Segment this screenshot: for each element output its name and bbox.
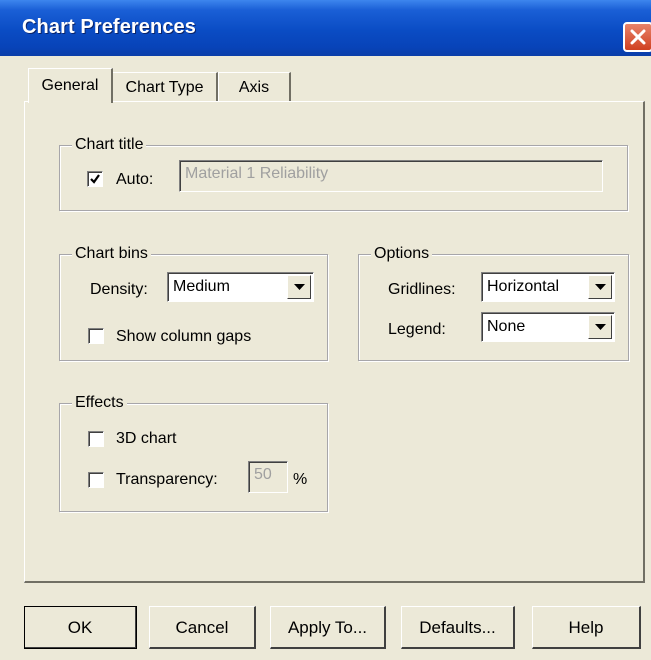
legend-select[interactable]: None: [481, 312, 615, 342]
tab-general-label: General: [41, 77, 99, 94]
close-icon: [630, 29, 646, 45]
defaults-button-label: Defaults...: [419, 618, 496, 637]
transparency-label: Transparency:: [116, 471, 218, 488]
apply-to-button[interactable]: Apply To...: [270, 606, 386, 649]
density-label: Density:: [90, 281, 148, 298]
gridlines-select[interactable]: Horizontal: [481, 272, 615, 302]
gridlines-dropdown-button[interactable]: [588, 275, 612, 299]
title-bar[interactable]: Chart Preferences: [0, 0, 651, 56]
ok-button[interactable]: OK: [24, 606, 137, 649]
legend-dropdown-button[interactable]: [588, 315, 612, 339]
chevron-down-icon: [595, 284, 606, 290]
cancel-button[interactable]: Cancel: [149, 606, 256, 649]
transparency-checkbox[interactable]: [88, 472, 104, 488]
help-button-label: Help: [568, 618, 604, 637]
3d-chart-label: 3D chart: [116, 430, 177, 447]
options-group: Options: [358, 245, 629, 361]
options-legend: Options: [371, 245, 433, 263]
check-icon: [90, 174, 100, 184]
tab-chart-type[interactable]: Chart Type: [112, 72, 218, 102]
defaults-button[interactable]: Defaults...: [401, 606, 515, 649]
transparency-field[interactable]: 50: [248, 461, 288, 493]
legend-value: None: [487, 318, 526, 335]
chart-bins-legend: Chart bins: [72, 245, 151, 263]
close-button[interactable]: [623, 22, 651, 52]
density-value: Medium: [173, 278, 230, 295]
auto-title-checkbox[interactable]: [87, 171, 103, 187]
effects-group: Effects: [59, 394, 328, 512]
tab-axis-label: Axis: [238, 79, 270, 96]
chart-title-field[interactable]: Material 1 Reliability: [179, 160, 603, 192]
show-column-gaps-label: Show column gaps: [116, 328, 252, 345]
gridlines-label: Gridlines:: [388, 281, 456, 298]
tab-chart-type-label: Chart Type: [125, 79, 204, 96]
3d-chart-checkbox[interactable]: [88, 431, 104, 447]
tab-axis[interactable]: Axis: [218, 72, 291, 102]
cancel-button-label: Cancel: [175, 618, 229, 637]
chevron-down-icon: [595, 324, 606, 330]
ok-button-label: OK: [67, 618, 93, 637]
effects-legend: Effects: [72, 394, 127, 412]
chart-title-legend: Chart title: [72, 136, 147, 154]
apply-to-button-label: Apply To...: [287, 618, 368, 637]
auto-label: Auto:: [116, 171, 154, 188]
gridlines-value: Horizontal: [487, 278, 560, 295]
density-select[interactable]: Medium: [167, 272, 314, 302]
tab-general[interactable]: General: [28, 68, 113, 103]
window-title: Chart Preferences: [22, 16, 197, 38]
legend-label: Legend:: [388, 321, 446, 338]
chevron-down-icon: [294, 284, 305, 290]
help-button[interactable]: Help: [532, 606, 641, 649]
density-dropdown-button[interactable]: [287, 275, 311, 299]
percent-label: %: [293, 471, 308, 488]
show-column-gaps-checkbox[interactable]: [88, 328, 104, 344]
chart-preferences-dialog: Chart Preferences General Chart Type Axi…: [0, 0, 651, 660]
